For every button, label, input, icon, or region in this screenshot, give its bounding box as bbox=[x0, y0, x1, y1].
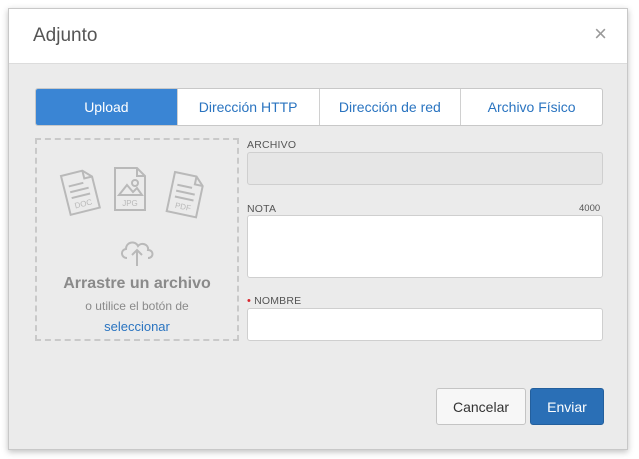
send-button[interactable]: Enviar bbox=[530, 388, 604, 425]
dialog-header: Adjunto × bbox=[9, 9, 627, 64]
pdf-label: PDF bbox=[174, 201, 192, 213]
cloud-upload-icon bbox=[121, 241, 154, 266]
nombre-label: NOMBRE bbox=[254, 295, 302, 307]
archivo-label: ARCHIVO bbox=[247, 139, 297, 151]
tab-upload[interactable]: Upload bbox=[36, 89, 177, 125]
tab-network-address[interactable]: Dirección de red bbox=[318, 89, 461, 125]
nombre-input[interactable] bbox=[247, 308, 603, 341]
nota-char-counter: 4000 bbox=[579, 203, 601, 214]
doc-label: DOC bbox=[74, 197, 94, 210]
tab-http-address[interactable]: Dirección HTTP bbox=[176, 89, 319, 125]
dropzone-subtitle: o utilice el botón de bbox=[85, 299, 189, 313]
jpg-file-icon: JPG bbox=[114, 167, 146, 211]
pdf-file-icon: PDF bbox=[165, 170, 204, 219]
jpg-label: JPG bbox=[122, 199, 138, 208]
file-types-illustration: DOC JPG PDF bbox=[59, 167, 204, 219]
archivo-field[interactable] bbox=[247, 152, 603, 185]
tab-physical-file[interactable]: Archivo Físico bbox=[460, 89, 602, 125]
select-file-link[interactable]: seleccionar bbox=[37, 319, 237, 334]
source-tabs: Upload Dirección HTTP Dirección de red A… bbox=[35, 88, 603, 126]
cancel-button[interactable]: Cancelar bbox=[436, 388, 526, 425]
doc-file-icon: DOC bbox=[59, 169, 101, 217]
file-dropzone[interactable]: DOC JPG PDF Arrastre un archivo o utilic… bbox=[35, 138, 239, 341]
dialog-title: Adjunto bbox=[33, 25, 98, 46]
close-icon[interactable]: × bbox=[594, 22, 607, 46]
nota-textarea[interactable] bbox=[247, 215, 603, 278]
dropzone-title: Arrastre un archivo bbox=[63, 275, 211, 292]
nota-label: NOTA bbox=[247, 203, 277, 215]
nombre-label-wrap: • NOMBRE bbox=[247, 295, 301, 307]
required-marker: • bbox=[247, 295, 252, 307]
attachment-dialog: Adjunto × Upload Dirección HTTP Direcció… bbox=[8, 8, 628, 450]
